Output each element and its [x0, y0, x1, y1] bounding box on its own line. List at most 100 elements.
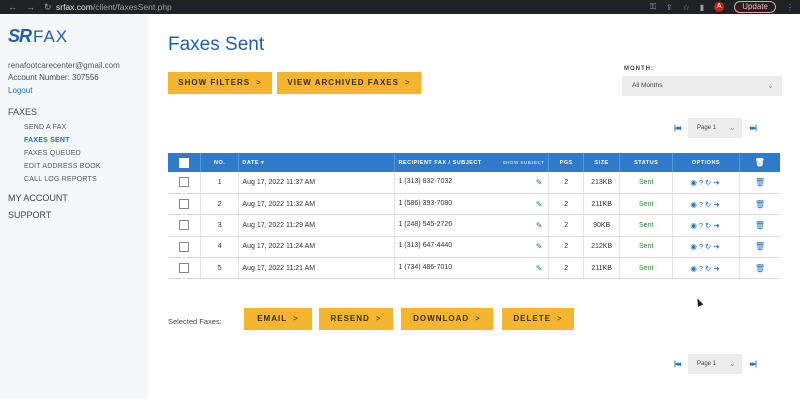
table-header-row: NO. DATE ▾ RECIPIENT FAX / SUBJECT SHOW S… [168, 153, 780, 172]
back-icon[interactable]: ← [8, 2, 17, 13]
row-recipient: 1 (586) 393-7080 [398, 199, 453, 207]
srfax-logo[interactable]: SR FAX [8, 26, 148, 47]
row-checkbox[interactable] [178, 177, 189, 188]
share-icon[interactable]: ⇪ [666, 3, 673, 12]
table-row[interactable]: 4 Aug 17, 2022 11:24 AM 1 (313) 647-4440 ✎ 2… [168, 236, 780, 259]
row-checkbox[interactable] [178, 199, 189, 210]
pagination-top: |◂◂ Page 1 ⌄ ▸▸| [674, 118, 757, 138]
month-label: MONTH: [624, 66, 654, 72]
page-select[interactable]: Page 1 ⌄ [688, 118, 742, 138]
header-options: OPTIONS [672, 153, 740, 172]
forward-arrow-icon[interactable]: ➜ [713, 178, 721, 187]
chevron-down-icon: ⌄ [729, 123, 736, 132]
trash-icon[interactable]: 🗑 [755, 178, 765, 187]
header-recipient: RECIPIENT FAX / SUBJECT SHOW SUBJECT [394, 153, 550, 172]
email-button[interactable]: EMAIL > [244, 308, 312, 330]
sidebar-section-my-account[interactable]: MY ACCOUNT [8, 193, 148, 203]
logo-sr: SR [8, 26, 32, 46]
sidepanel-icon[interactable]: ▮ [700, 3, 704, 12]
edit-pencil-icon[interactable]: ✎ [536, 200, 543, 209]
table-row[interactable]: 2 Aug 17, 2022 11:32 AM 1 (586) 393-7080 ✎ 2… [168, 193, 780, 216]
sort-down-icon: ▾ [261, 159, 265, 166]
row-size: 90KB [583, 214, 621, 237]
download-button[interactable]: DOWNLOAD > [401, 308, 493, 330]
header-pgs: PGS [548, 153, 584, 172]
edit-pencil-icon[interactable]: ✎ [536, 178, 543, 187]
row-no: 1 [200, 172, 240, 194]
delete-button[interactable]: DELETE > [502, 308, 574, 330]
menu-icon[interactable]: ⋮ [786, 3, 794, 12]
page-title: Faxes Sent [168, 34, 265, 55]
view-eye-icon[interactable]: ◉ [690, 178, 699, 187]
row-date: Aug 17, 2022 11:37 AM [238, 172, 396, 194]
trash-icon[interactable]: 🗑 [755, 264, 765, 273]
row-select-cell [168, 193, 201, 216]
last-page-icon[interactable]: ▸▸| [750, 360, 757, 368]
sidebar-section-faxes[interactable]: FAXES [8, 107, 148, 117]
sidebar-section-support[interactable]: SUPPORT [8, 210, 148, 220]
view-eye-icon[interactable]: ◉ [690, 200, 699, 209]
row-status: Sent [619, 214, 674, 237]
chevron-right-icon: > [404, 78, 411, 87]
trash-icon[interactable]: 🗑 [755, 221, 765, 230]
forward-arrow-icon[interactable]: ➜ [713, 200, 721, 209]
download-label: DOWNLOAD [413, 314, 470, 323]
trash-icon[interactable]: 🗑 [755, 200, 765, 209]
logout-link[interactable]: Logout [8, 86, 148, 95]
view-eye-icon[interactable]: ◉ [690, 264, 699, 273]
row-checkbox[interactable] [178, 220, 189, 231]
row-delete-cell: 🗑 [739, 172, 780, 194]
table-row[interactable]: 3 Aug 17, 2022 11:29 AM 1 (248) 545-2726 ✎ 2… [168, 214, 780, 237]
url-domain: srfax.com [56, 2, 93, 12]
forward-arrow-icon[interactable]: ➜ [713, 242, 721, 251]
row-pgs: 2 [548, 193, 584, 216]
row-pgs: 2 [548, 172, 584, 194]
row-select-cell [168, 257, 201, 280]
show-subject-toggle[interactable]: SHOW SUBJECT [503, 160, 545, 165]
reload-icon[interactable]: ↻ [44, 2, 52, 13]
resend-button[interactable]: RESEND > [319, 308, 393, 330]
key-icon[interactable]: ⚿ [650, 2, 656, 12]
star-icon[interactable]: ☆ [683, 3, 690, 12]
show-filters-label: SHOW FILTERS [178, 78, 251, 87]
table-row[interactable]: 1 Aug 17, 2022 11:37 AM 1 (313) 832-7032 ✎ 2… [168, 172, 780, 194]
browser-nav: ← → ↻ [0, 2, 56, 13]
row-status: Sent [619, 236, 674, 259]
profile-avatar[interactable]: A [714, 2, 725, 12]
edit-pencil-icon[interactable]: ✎ [536, 221, 543, 230]
row-checkbox[interactable] [178, 241, 189, 252]
row-select-cell [168, 172, 201, 194]
page-select[interactable]: Page 1 ⌄ [688, 354, 742, 374]
month-select[interactable]: All Months ⌄ [622, 76, 782, 96]
header-no: NO. [200, 153, 240, 172]
view-eye-icon[interactable]: ◉ [690, 221, 699, 230]
table-row[interactable]: 5 Aug 17, 2022 11:21 AM 1 (734) 486-7010 ✎ 2… [168, 257, 780, 280]
last-page-icon[interactable]: ▸▸| [750, 124, 757, 132]
sidebar-item-faxes-sent[interactable]: FAXES SENT [8, 137, 148, 144]
select-all-checkbox[interactable] [178, 157, 189, 168]
view-eye-icon[interactable]: ◉ [690, 242, 699, 251]
trash-icon: 🗑 [754, 158, 766, 167]
sidebar-item-call-log-reports[interactable]: CALL LOG REPORTS [8, 176, 148, 183]
chevron-right-icon: > [293, 314, 299, 323]
row-recipient-cell: 1 (313) 832-7032 ✎ [394, 172, 550, 194]
address-bar[interactable]: srfax.com/client/faxesSent.php [56, 2, 650, 12]
delete-label: DELETE [513, 314, 551, 323]
header-date[interactable]: DATE ▾ [238, 153, 396, 172]
view-archived-faxes-button[interactable]: VIEW ARCHIVED FAXES > [277, 72, 421, 94]
edit-pencil-icon[interactable]: ✎ [536, 242, 543, 251]
sidebar-item-edit-address-book[interactable]: EDIT ADDRESS BOOK [8, 163, 148, 170]
sidebar-item-faxes-queued[interactable]: FAXES QUEUED [8, 150, 148, 157]
forward-arrow-icon[interactable]: ➜ [713, 221, 721, 230]
update-button[interactable]: Update [734, 1, 776, 13]
first-page-icon[interactable]: |◂◂ [674, 360, 681, 368]
first-page-icon[interactable]: |◂◂ [674, 124, 681, 132]
trash-icon[interactable]: 🗑 [755, 242, 765, 251]
forward-icon[interactable]: → [26, 2, 35, 13]
forward-arrow-icon[interactable]: ➜ [713, 264, 721, 273]
edit-pencil-icon[interactable]: ✎ [536, 264, 543, 273]
browser-toolbar: ← → ↻ srfax.com/client/faxesSent.php ⚿ ⇪… [0, 0, 800, 14]
show-filters-button[interactable]: SHOW FILTERS > [168, 72, 272, 94]
row-checkbox[interactable] [178, 263, 189, 274]
sidebar-item-send-a-fax[interactable]: SEND A FAX [8, 124, 148, 131]
